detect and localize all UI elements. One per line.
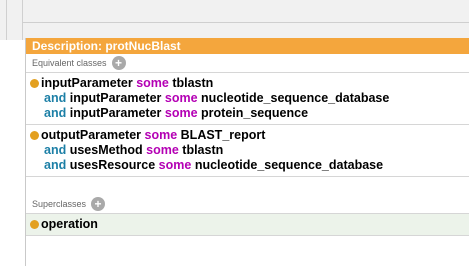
- class-name: tblastn: [172, 76, 214, 90]
- connective: and: [44, 158, 67, 172]
- add-icon[interactable]: +: [91, 197, 106, 211]
- equivalent-classes-label: Equivalent classes: [32, 58, 107, 68]
- axiom-line: inputParameter some tblastn: [30, 76, 469, 91]
- property: usesMethod: [69, 143, 143, 157]
- property: outputParameter: [41, 128, 142, 142]
- class-bullet-icon: [30, 220, 39, 229]
- top-frame: [0, 0, 469, 40]
- connective: and: [44, 143, 67, 157]
- axiom-line: and inputParameter some protein_sequence: [30, 106, 469, 121]
- equivalent-class-axiom[interactable]: inputParameter some tblastn and inputPar…: [26, 73, 469, 125]
- axiom-line: and usesResource some nucleotide_sequenc…: [30, 158, 469, 173]
- property: inputParameter: [41, 76, 133, 90]
- keyword: some: [136, 76, 169, 90]
- keyword: some: [144, 128, 178, 142]
- axiom-line: outputParameter some BLAST_report: [30, 128, 469, 143]
- property: inputParameter: [69, 91, 162, 105]
- frame-divider: [6, 0, 7, 40]
- superclasses-label: Superclasses: [32, 199, 87, 209]
- keyword: some: [158, 158, 192, 172]
- description-panel: Description: protNucBlast Equivalent cla…: [25, 38, 469, 266]
- panel-title: Description: protNucBlast: [26, 38, 469, 54]
- keyword: some: [146, 143, 179, 157]
- axiom-line: and usesMethod some tblastn: [30, 143, 469, 158]
- class-name: protein_sequence: [201, 106, 309, 120]
- keyword: some: [164, 91, 198, 105]
- class-bullet-icon: [30, 131, 39, 140]
- class-name: operation: [41, 217, 98, 231]
- connective: and: [44, 91, 67, 105]
- equivalent-classes-section: Equivalent classes +: [26, 54, 469, 73]
- class-name: tblastn: [182, 143, 224, 157]
- axiom-line: and inputParameter some nucleotide_seque…: [30, 91, 469, 106]
- class-name: nucleotide_sequence_database: [201, 91, 390, 105]
- keyword: some: [164, 106, 198, 120]
- class-name: BLAST_report: [180, 128, 266, 142]
- class-bullet-icon: [30, 79, 39, 88]
- superclass-item[interactable]: operation: [26, 214, 469, 236]
- frame-divider: [22, 0, 23, 40]
- property: usesResource: [69, 158, 156, 172]
- add-icon[interactable]: +: [111, 56, 126, 70]
- axiom-line: operation: [30, 217, 469, 232]
- property: inputParameter: [69, 106, 162, 120]
- frame-divider: [22, 22, 469, 23]
- class-name: nucleotide_sequence_database: [194, 158, 384, 172]
- equivalent-class-axiom[interactable]: outputParameter some BLAST_report and us…: [26, 125, 469, 177]
- superclasses-section: Superclasses +: [26, 195, 469, 214]
- connective: and: [44, 106, 67, 120]
